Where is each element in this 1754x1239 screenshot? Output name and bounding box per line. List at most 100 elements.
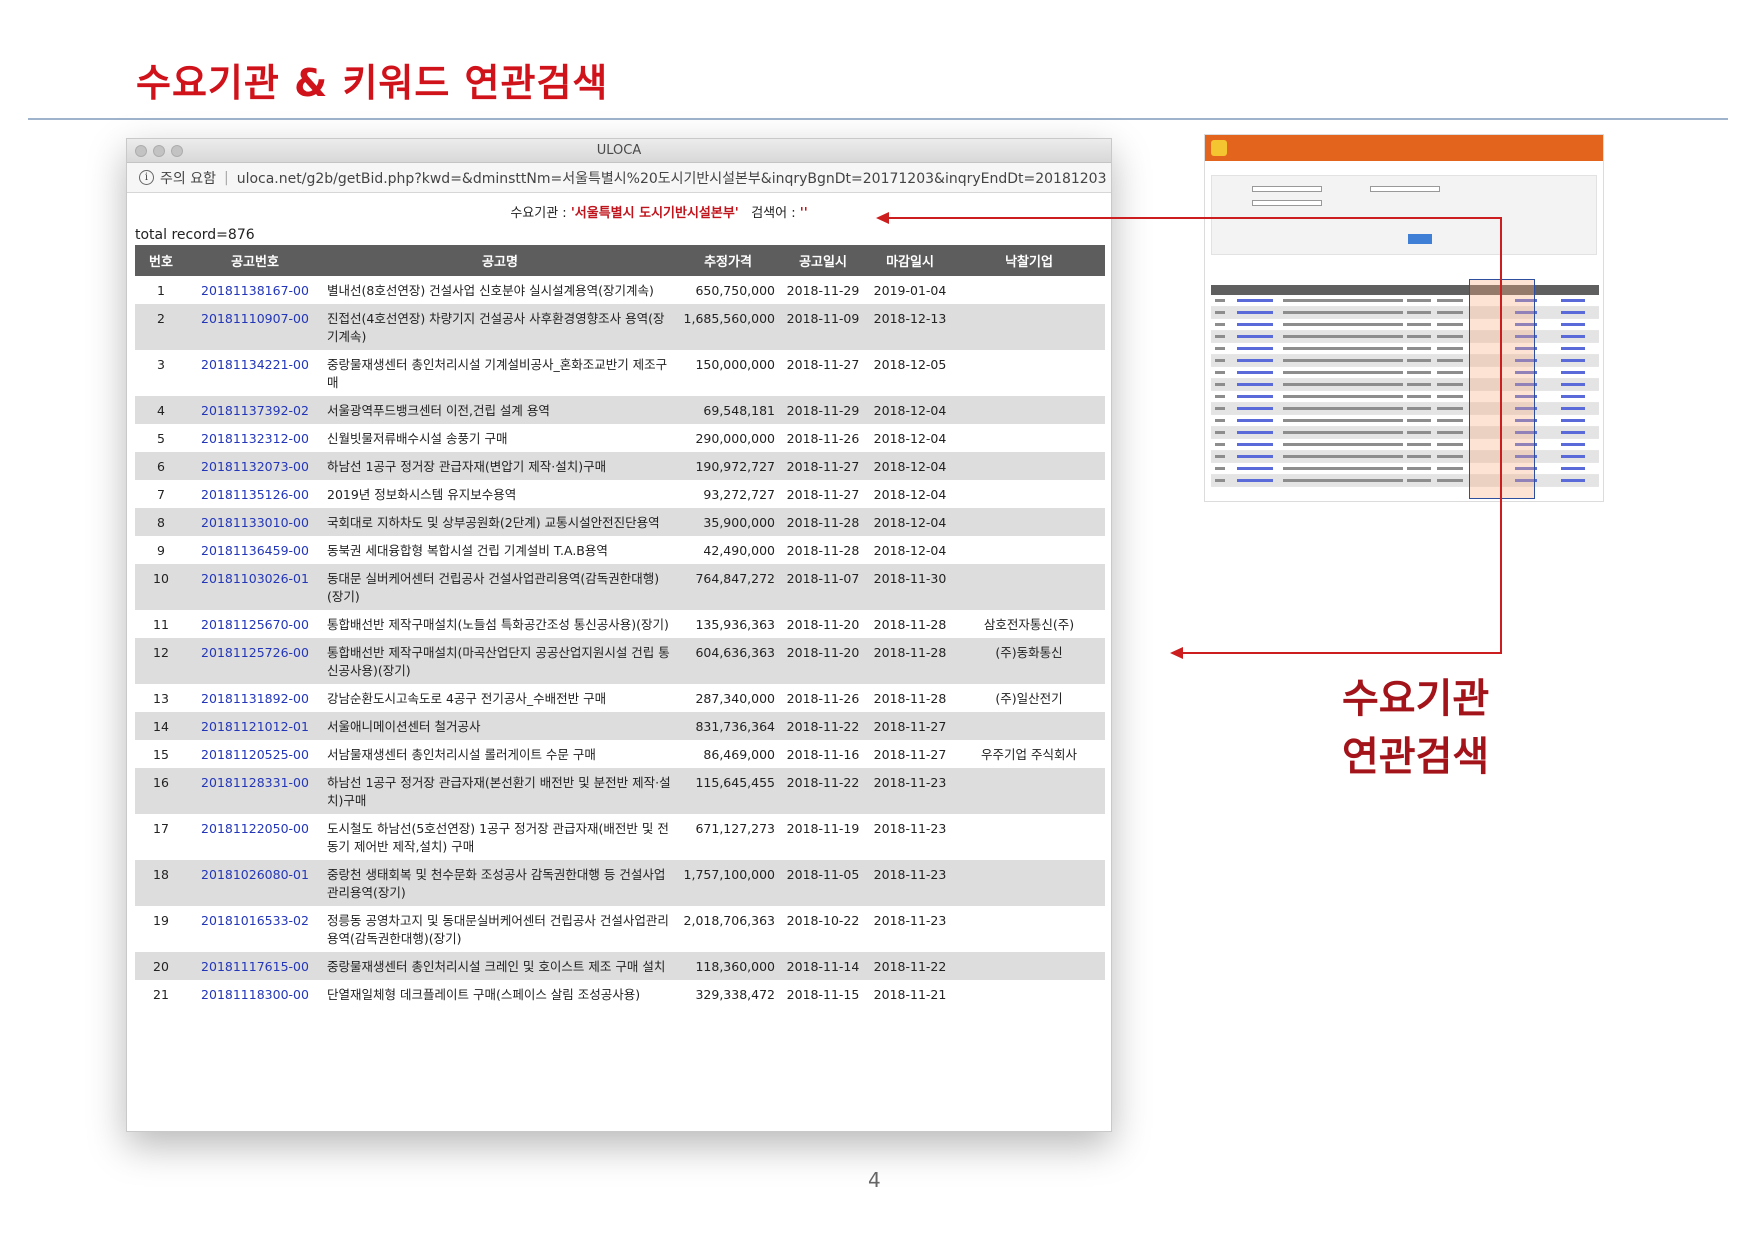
table-row[interactable]: 5 20181132312-00 신월빗물저류배수시설 송풍기 구매 290,000,… xyxy=(135,424,1105,452)
row-number: 19 xyxy=(135,906,187,952)
thumbnail-cell xyxy=(1407,299,1431,302)
table-header-row: 번호 공고번호 공고명 추정가격 공고일시 마감일시 낙찰기업 xyxy=(135,245,1105,276)
column-header-closing-date[interactable]: 마감일시 xyxy=(867,245,953,276)
winning-company xyxy=(953,350,1105,396)
table-row[interactable]: 19 20181016533-02 정릉동 공영차고지 및 동대문실버케어센터 건립… xyxy=(135,906,1105,952)
thumbnail-cell xyxy=(1407,443,1431,446)
estimated-price: 764,847,272 xyxy=(677,564,779,610)
bid-number-link[interactable]: 20181137392-02 xyxy=(187,396,323,424)
bid-name: 동대문 실버케어센터 건립공사 건설사업관리용역(감독권한대행)(장기) xyxy=(323,564,677,610)
bid-number-link[interactable]: 20181125670-00 xyxy=(187,610,323,638)
estimated-price: 150,000,000 xyxy=(677,350,779,396)
column-header-price[interactable]: 추정가격 xyxy=(677,245,779,276)
table-row[interactable]: 18 20181026080-01 중랑천 생태회복 및 천수문화 조성공사 감독권… xyxy=(135,860,1105,906)
address-bar[interactable]: i 주의 요함 | uloca.net/g2b/getBid.php?kwd=&… xyxy=(127,163,1111,193)
row-number: 2 xyxy=(135,304,187,350)
table-row[interactable]: 1 20181138167-00 별내선(8호선연장) 건설사업 신호분야 실시설계… xyxy=(135,276,1105,304)
table-row[interactable]: 8 20181133010-00 국회대로 지하차도 및 상부공원화(2단계) 교통… xyxy=(135,508,1105,536)
bid-number-link[interactable]: 20181016533-02 xyxy=(187,906,323,952)
thumbnail-cell xyxy=(1283,479,1403,482)
column-header-winner[interactable]: 낙찰기업 xyxy=(953,245,1105,276)
column-header-posted-date[interactable]: 공고일시 xyxy=(779,245,867,276)
url-text[interactable]: uloca.net/g2b/getBid.php?kwd=&dminsttNm=… xyxy=(237,168,1107,188)
table-row[interactable]: 13 20181131892-00 강남순환도시고속도로 4공구 전기공사_수배전반… xyxy=(135,684,1105,712)
bid-number-link[interactable]: 20181135126-00 xyxy=(187,480,323,508)
thumbnail-cell xyxy=(1407,467,1431,470)
bid-number-link[interactable]: 20181132312-00 xyxy=(187,424,323,452)
bid-number-link[interactable]: 20181120525-00 xyxy=(187,740,323,768)
bid-number-link[interactable]: 20181026080-01 xyxy=(187,860,323,906)
thumbnail-cell xyxy=(1437,395,1463,398)
table-row[interactable]: 9 20181136459-00 동북권 세대융합형 복합시설 건립 기계설비 T.… xyxy=(135,536,1105,564)
table-row[interactable]: 12 20181125726-00 통합배선반 제작구매설치(마곡산업단지 공공산업… xyxy=(135,638,1105,684)
thumbnail-cell xyxy=(1237,443,1273,446)
column-header-number[interactable]: 번호 xyxy=(135,245,187,276)
table-row[interactable]: 6 20181132073-00 하남선 1공구 정거장 관급자재(변압기 제작·설… xyxy=(135,452,1105,480)
column-header-bid-name[interactable]: 공고명 xyxy=(323,245,677,276)
keyword-value: '' xyxy=(799,206,808,221)
winning-company xyxy=(953,906,1105,952)
thumbnail-cell xyxy=(1561,395,1585,398)
table-row[interactable]: 10 20181103026-01 동대문 실버케어센터 건립공사 건설사업관리용역… xyxy=(135,564,1105,610)
thumbnail-cell xyxy=(1215,479,1225,482)
estimated-price: 671,127,273 xyxy=(677,814,779,860)
bid-number-link[interactable]: 20181133010-00 xyxy=(187,508,323,536)
posted-date: 2018-11-07 xyxy=(779,564,867,610)
posted-date: 2018-10-22 xyxy=(779,906,867,952)
table-row[interactable]: 20 20181117615-00 중랑물재생센터 총인처리시설 크레인 및 호이스… xyxy=(135,952,1105,980)
bid-number-link[interactable]: 20181121012-01 xyxy=(187,712,323,740)
bid-number-link[interactable]: 20181134221-00 xyxy=(187,350,323,396)
row-number: 21 xyxy=(135,980,187,1008)
bid-number-link[interactable]: 20181110907-00 xyxy=(187,304,323,350)
thumbnail-cell xyxy=(1561,323,1585,326)
row-number: 4 xyxy=(135,396,187,424)
bid-number-link[interactable]: 20181138167-00 xyxy=(187,276,323,304)
closing-date: 2018-11-23 xyxy=(867,906,953,952)
table-row[interactable]: 21 20181118300-00 단열재일체형 데크플레이트 구매(스페이스 살림… xyxy=(135,980,1105,1008)
estimated-price: 42,490,000 xyxy=(677,536,779,564)
thumbnail-row xyxy=(1211,451,1599,463)
table-row[interactable]: 11 20181125670-00 통합배선반 제작구매설치(노들섬 특화공간조성 … xyxy=(135,610,1105,638)
thumbnail-cell xyxy=(1437,323,1463,326)
table-row[interactable]: 17 20181122050-00 도시철도 하남선(5호선연장) 1공구 정거장 … xyxy=(135,814,1105,860)
table-row[interactable]: 2 20181110907-00 진접선(4호선연장) 차량기지 건설공사 사후환경… xyxy=(135,304,1105,350)
table-row[interactable]: 4 20181137392-02 서울광역푸드뱅크센터 이전,건립 설계 용역 69,… xyxy=(135,396,1105,424)
thumbnail-cell xyxy=(1237,419,1273,422)
thumbnail-cell xyxy=(1237,383,1273,386)
thumbnail-row xyxy=(1211,427,1599,439)
closing-date: 2019-01-04 xyxy=(867,276,953,304)
bid-number-link[interactable]: 20181122050-00 xyxy=(187,814,323,860)
bid-number-link[interactable]: 20181132073-00 xyxy=(187,452,323,480)
posted-date: 2018-11-29 xyxy=(779,276,867,304)
column-header-bid-number[interactable]: 공고번호 xyxy=(187,245,323,276)
table-row[interactable]: 16 20181128331-00 하남선 1공구 정거장 관급자재(본선환기 배전… xyxy=(135,768,1105,814)
thumbnail-cell xyxy=(1237,395,1273,398)
table-row[interactable]: 3 20181134221-00 중랑물재생센터 총인처리시설 기계설비공사_혼화조… xyxy=(135,350,1105,396)
bid-number-link[interactable]: 20181131892-00 xyxy=(187,684,323,712)
thumbnail-cell xyxy=(1283,395,1403,398)
bid-number-link[interactable]: 20181125726-00 xyxy=(187,638,323,684)
bid-number-link[interactable]: 20181103026-01 xyxy=(187,564,323,610)
thumbnail-row xyxy=(1211,463,1599,475)
info-circle-icon[interactable]: i xyxy=(139,170,154,185)
bid-name: 통합배선반 제작구매설치(마곡산업단지 공공산업지원시설 건립 통신공사용)(장… xyxy=(323,638,677,684)
posted-date: 2018-11-16 xyxy=(779,740,867,768)
estimated-price: 86,469,000 xyxy=(677,740,779,768)
bid-number-link[interactable]: 20181136459-00 xyxy=(187,536,323,564)
table-row[interactable]: 7 20181135126-00 2019년 정보화시스템 유지보수용역 93,272… xyxy=(135,480,1105,508)
thumbnail-cell xyxy=(1407,371,1431,374)
bid-name: 서울광역푸드뱅크센터 이전,건립 설계 용역 xyxy=(323,396,677,424)
bid-number-link[interactable]: 20181118300-00 xyxy=(187,980,323,1008)
thumbnail-cell xyxy=(1215,407,1225,410)
table-row[interactable]: 14 20181121012-01 서울애니메이션센터 철거공사 831,736,36… xyxy=(135,712,1105,740)
thumbnail-cell xyxy=(1437,359,1463,362)
bid-number-link[interactable]: 20181128331-00 xyxy=(187,768,323,814)
closing-date: 2018-12-04 xyxy=(867,536,953,564)
bid-number-link[interactable]: 20181117615-00 xyxy=(187,952,323,980)
table-row[interactable]: 15 20181120525-00 서남물재생센터 총인처리시설 롤러게이트 수문 … xyxy=(135,740,1105,768)
winning-company xyxy=(953,712,1105,740)
thumbnail-cell xyxy=(1215,311,1225,314)
estimated-price: 1,685,560,000 xyxy=(677,304,779,350)
closing-date: 2018-12-04 xyxy=(867,508,953,536)
winning-company xyxy=(953,952,1105,980)
